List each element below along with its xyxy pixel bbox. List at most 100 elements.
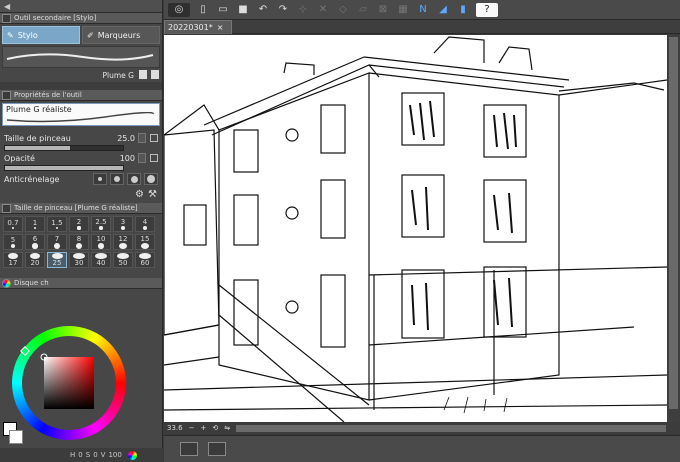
vertical-scroll-thumb[interactable] xyxy=(669,37,678,409)
special-ruler-icon[interactable]: ◢ xyxy=(436,3,450,17)
transform-icon[interactable]: ⊹ xyxy=(296,3,310,17)
zoom-out-icon[interactable]: − xyxy=(189,424,195,432)
brush-size-preset[interactable]: 4 xyxy=(135,216,155,232)
tool-name-box[interactable]: Plume G réaliste ⚲ xyxy=(2,103,171,126)
opacity-slider-fill xyxy=(5,166,123,170)
brush-size-stepper[interactable] xyxy=(138,133,146,143)
brush-size-preset[interactable]: 30 xyxy=(69,252,89,268)
vertical-scrollbar[interactable] xyxy=(667,35,680,422)
opacity-slider[interactable] xyxy=(4,165,124,171)
fill-icon[interactable]: ◇ xyxy=(336,3,350,17)
drawing-canvas[interactable] xyxy=(164,35,667,422)
brush-size-panel-icon xyxy=(2,203,11,213)
clip-logo-icon[interactable]: ◎ xyxy=(168,2,190,17)
antialiasing-label: Anticrénelage xyxy=(4,174,60,184)
brush-size-preset[interactable]: 3 xyxy=(113,216,133,232)
tool-properties-header[interactable]: Propriétés de l'outil xyxy=(0,90,162,101)
clear-icon[interactable]: ✕ xyxy=(316,3,330,17)
color-wheel[interactable] xyxy=(8,326,156,444)
brush-size-preset-label: 12 xyxy=(118,235,128,243)
brush-size-dot xyxy=(77,226,81,230)
grid-icon[interactable]: ▦ xyxy=(396,3,410,17)
brush-list-icon[interactable] xyxy=(151,70,159,79)
value-value: 100 xyxy=(108,451,122,459)
save-icon[interactable]: ■ xyxy=(236,3,250,17)
brush-size-preset[interactable]: 20 xyxy=(25,252,45,268)
ruler-snap-icon[interactable]: N xyxy=(416,3,430,17)
eraser-icon[interactable]: ▱ xyxy=(356,3,370,17)
redo-icon[interactable]: ↷ xyxy=(276,3,290,17)
brush-size-preset-label: 2.5 xyxy=(95,218,107,227)
opacity-row: Opacité 100 xyxy=(0,151,162,165)
brush-size-preset[interactable]: 17 xyxy=(3,252,23,268)
color-panel-header[interactable]: Disque ch xyxy=(0,278,162,289)
brush-size-slider[interactable] xyxy=(4,145,124,151)
hue-label: H xyxy=(70,451,76,459)
opacity-stepper[interactable] xyxy=(138,153,146,163)
brush-size-panel-header[interactable]: Taille de pinceau [Plume G réaliste] xyxy=(0,203,162,214)
brush-size-preset[interactable]: 10 xyxy=(91,234,111,250)
tab-marqueurs[interactable]: ✐ Marqueurs xyxy=(82,26,160,44)
brush-size-preset[interactable]: 40 xyxy=(91,252,111,268)
pen-icon: ✎ xyxy=(7,30,14,40)
horizontal-scrollbar[interactable] xyxy=(236,424,666,432)
brush-size-grid: 0.7 1 1.5 2 2.5 3 4 5 6 7 8 10 12 15 17 20 25 30 40 50 60 xyxy=(0,214,162,270)
undo-icon[interactable]: ↶ xyxy=(256,3,270,17)
brush-size-value[interactable]: 25.0 xyxy=(117,134,135,143)
brush-size-options-icon[interactable] xyxy=(150,134,158,142)
document-tab[interactable]: 20220301* × xyxy=(164,20,232,34)
antialiasing-row: Anticrénelage xyxy=(0,171,162,187)
brush-size-preset-label: 30 xyxy=(74,259,84,267)
opacity-value[interactable]: 100 xyxy=(120,154,135,163)
crop-icon[interactable]: ⊠ xyxy=(376,3,390,17)
brush-size-preset[interactable]: 12 xyxy=(113,234,133,250)
brush-size-preset-label: 50 xyxy=(118,259,128,267)
zoom-value[interactable]: 33.6 xyxy=(167,424,183,432)
subtool-panel-header[interactable]: Outil secondaire [Stylo] xyxy=(0,13,162,24)
brush-size-preset[interactable]: 1.5 xyxy=(47,216,67,232)
wrench-icon[interactable]: ⚒ xyxy=(148,189,157,200)
flip-icon[interactable]: ⇋ xyxy=(224,424,230,432)
color-mode-icon[interactable] xyxy=(127,450,137,460)
open-file-icon[interactable]: ▭ xyxy=(216,3,230,17)
left-panel-header: ◀ xyxy=(0,0,162,13)
background-color-swatch[interactable] xyxy=(9,430,23,444)
timeline-icon[interactable] xyxy=(180,442,198,456)
tab-stylo[interactable]: ✎ Stylo xyxy=(2,26,80,44)
marker-icon: ✐ xyxy=(87,30,94,40)
brush-size-preset[interactable]: 60 xyxy=(135,252,155,268)
tool-properties-icon xyxy=(2,90,11,100)
close-tab-icon[interactable]: × xyxy=(217,23,224,32)
brush-size-preset[interactable]: 2 xyxy=(69,216,89,232)
brush-size-preset-label: 7 xyxy=(54,235,60,244)
brush-size-preset[interactable]: 7 xyxy=(47,234,67,250)
brush-size-preset[interactable]: 8 xyxy=(69,234,89,250)
aa-strong-option[interactable] xyxy=(144,173,158,185)
brush-size-preset[interactable]: 25 xyxy=(47,252,67,268)
new-file-icon[interactable]: ▯ xyxy=(196,3,210,17)
aa-none-option[interactable] xyxy=(93,173,107,185)
brush-size-preset[interactable]: 5 xyxy=(3,234,23,250)
grid-snap-icon[interactable]: ▮ xyxy=(456,3,470,17)
camera-icon[interactable] xyxy=(208,442,226,456)
brush-size-preset[interactable]: 0.7 xyxy=(3,216,23,232)
brush-settings-icon[interactable] xyxy=(139,70,147,79)
zoom-in-icon[interactable]: + xyxy=(200,424,206,432)
help-icon[interactable]: ? xyxy=(476,2,498,17)
brush-size-preset[interactable]: 2.5 xyxy=(91,216,111,232)
current-brush-label: Plume G xyxy=(102,71,134,80)
collapse-arrow-icon[interactable]: ◀ xyxy=(4,2,10,11)
aa-medium-option[interactable] xyxy=(127,173,141,185)
brush-size-preset[interactable]: 1 xyxy=(25,216,45,232)
brush-size-preset[interactable]: 50 xyxy=(113,252,133,268)
aa-weak-option[interactable] xyxy=(110,173,124,185)
brush-size-preset[interactable]: 6 xyxy=(25,234,45,250)
brush-size-preset[interactable]: 15 xyxy=(135,234,155,250)
current-brush-row[interactable]: Plume G xyxy=(0,68,162,82)
brush-size-dot xyxy=(119,243,127,249)
rotate-icon[interactable]: ⟲ xyxy=(212,424,218,432)
clip-studio-window: ◀ Outil secondaire [Stylo] ✎ Stylo ✐ Mar… xyxy=(0,0,680,462)
brush-preview-strip[interactable] xyxy=(2,46,160,68)
opacity-options-icon[interactable] xyxy=(150,154,158,162)
gear-icon[interactable]: ⚙ xyxy=(135,189,144,200)
